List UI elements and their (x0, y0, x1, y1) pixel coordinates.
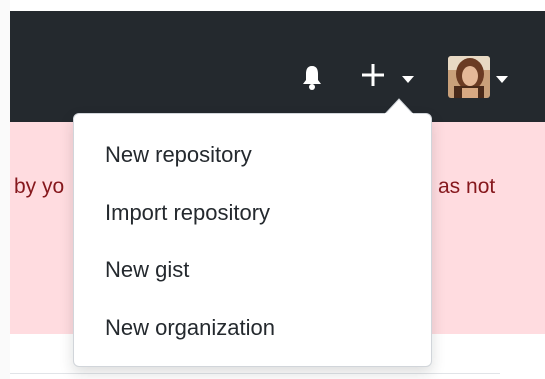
menu-item-import-repository[interactable]: Import repository (105, 200, 270, 226)
menu-item-new-organization[interactable]: New organization (105, 315, 275, 341)
menu-item-new-gist[interactable]: New gist (105, 257, 189, 283)
menu-item-new-repository[interactable]: New repository (105, 142, 252, 168)
banner-text-left: by yo (14, 175, 65, 198)
banner-text-right: as not (438, 175, 496, 198)
avatar[interactable] (448, 56, 490, 98)
dropdown-pointer (383, 98, 415, 116)
plus-icon[interactable] (361, 63, 385, 87)
left-edge (0, 0, 10, 379)
chevron-down-icon[interactable] (402, 71, 414, 83)
create-new-dropdown: New repository Import repository New gis… (73, 113, 432, 367)
screen: by yo as not New repository Import repos… (0, 0, 545, 379)
divider (10, 373, 500, 374)
chevron-down-icon[interactable] (496, 71, 508, 83)
bell-icon[interactable] (297, 62, 327, 92)
